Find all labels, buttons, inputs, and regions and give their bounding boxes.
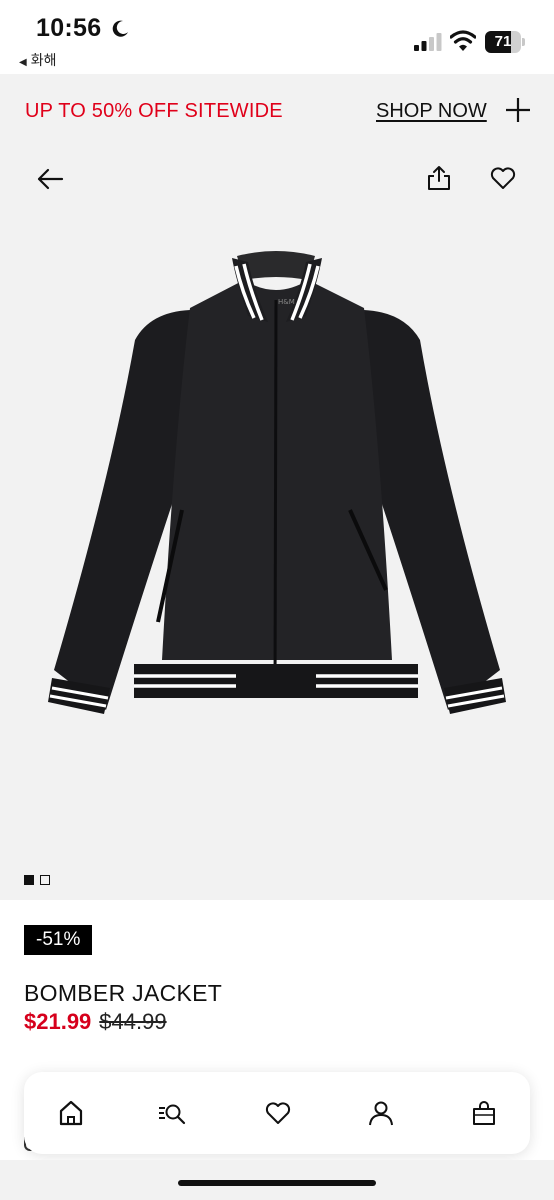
user-icon[interactable] [367,1099,395,1127]
pagination-dot[interactable] [24,875,34,885]
heart-icon[interactable] [489,164,517,192]
sale-price: $21.99 [24,1009,92,1034]
product-name: BOMBER JACKET [24,980,223,1006]
arrow-left-icon[interactable] [36,165,64,193]
product-image-jacket: H&M [48,251,506,714]
price-row: $21.99 $44.99 [24,1009,167,1035]
battery-indicator: 71 [485,31,525,53]
status-bar: 10:56 ◀ 화해 71 [0,0,554,74]
bottom-navigation [24,1072,530,1154]
discount-badge: -51% [24,925,93,955]
image-pagination[interactable] [24,872,56,890]
back-to-app-link[interactable]: ◀ 화해 [19,50,56,70]
wifi-icon [450,30,476,51]
promo-text: UP TO 50% OFF SITEWIDE [25,100,283,122]
cellular-signal-icon [414,33,442,51]
svg-text:H&M: H&M [278,298,295,306]
home-icon[interactable] [57,1099,85,1127]
battery-level: 71 [494,33,512,50]
moon-icon [112,20,128,37]
back-app-label: 화해 [30,52,57,68]
pagination-dot[interactable] [40,875,50,885]
shopping-bag-icon[interactable] [470,1099,498,1127]
promo-banner: UP TO 50% OFF SITEWIDE SHOP NOW [0,74,554,146]
share-icon[interactable] [425,164,453,192]
search-icon[interactable] [158,1099,186,1127]
back-triangle-icon: ◀ [19,57,27,68]
shop-now-link[interactable]: SHOP NOW [376,100,487,123]
original-price: $44.99 [99,1009,167,1034]
status-time: 10:56 [36,14,102,42]
home-indicator[interactable] [178,1180,376,1186]
heart-icon[interactable] [264,1099,292,1127]
plus-icon[interactable] [505,97,531,123]
